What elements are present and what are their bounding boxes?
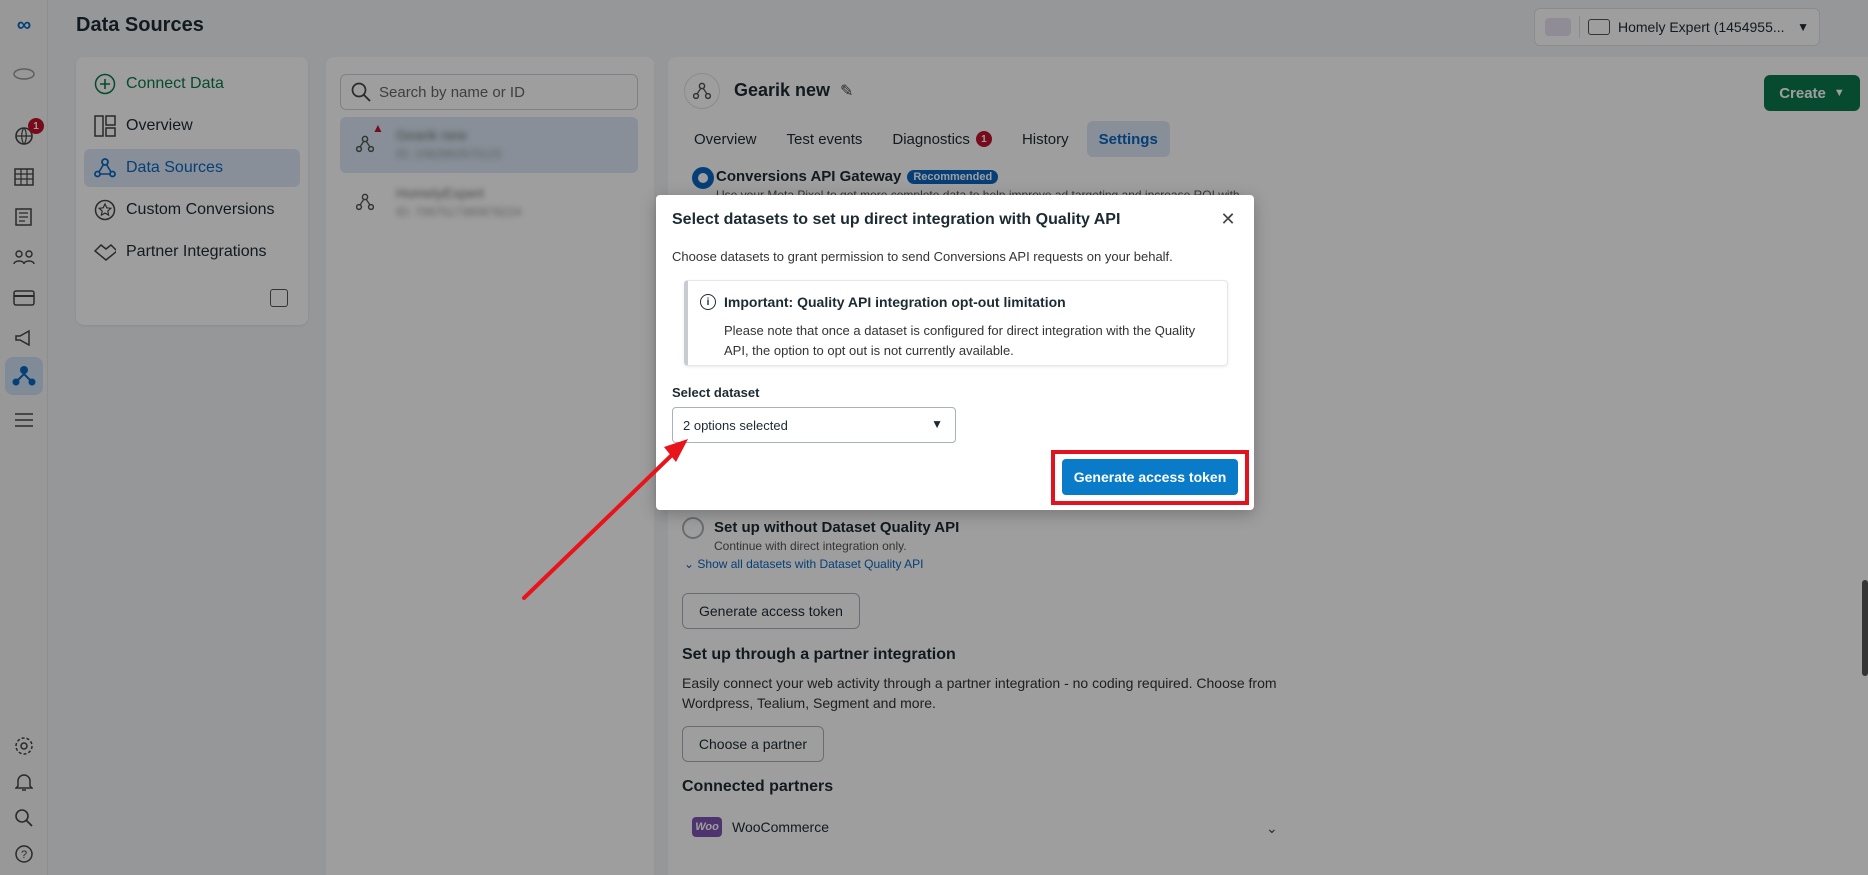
annotation-arrow (522, 439, 688, 600)
